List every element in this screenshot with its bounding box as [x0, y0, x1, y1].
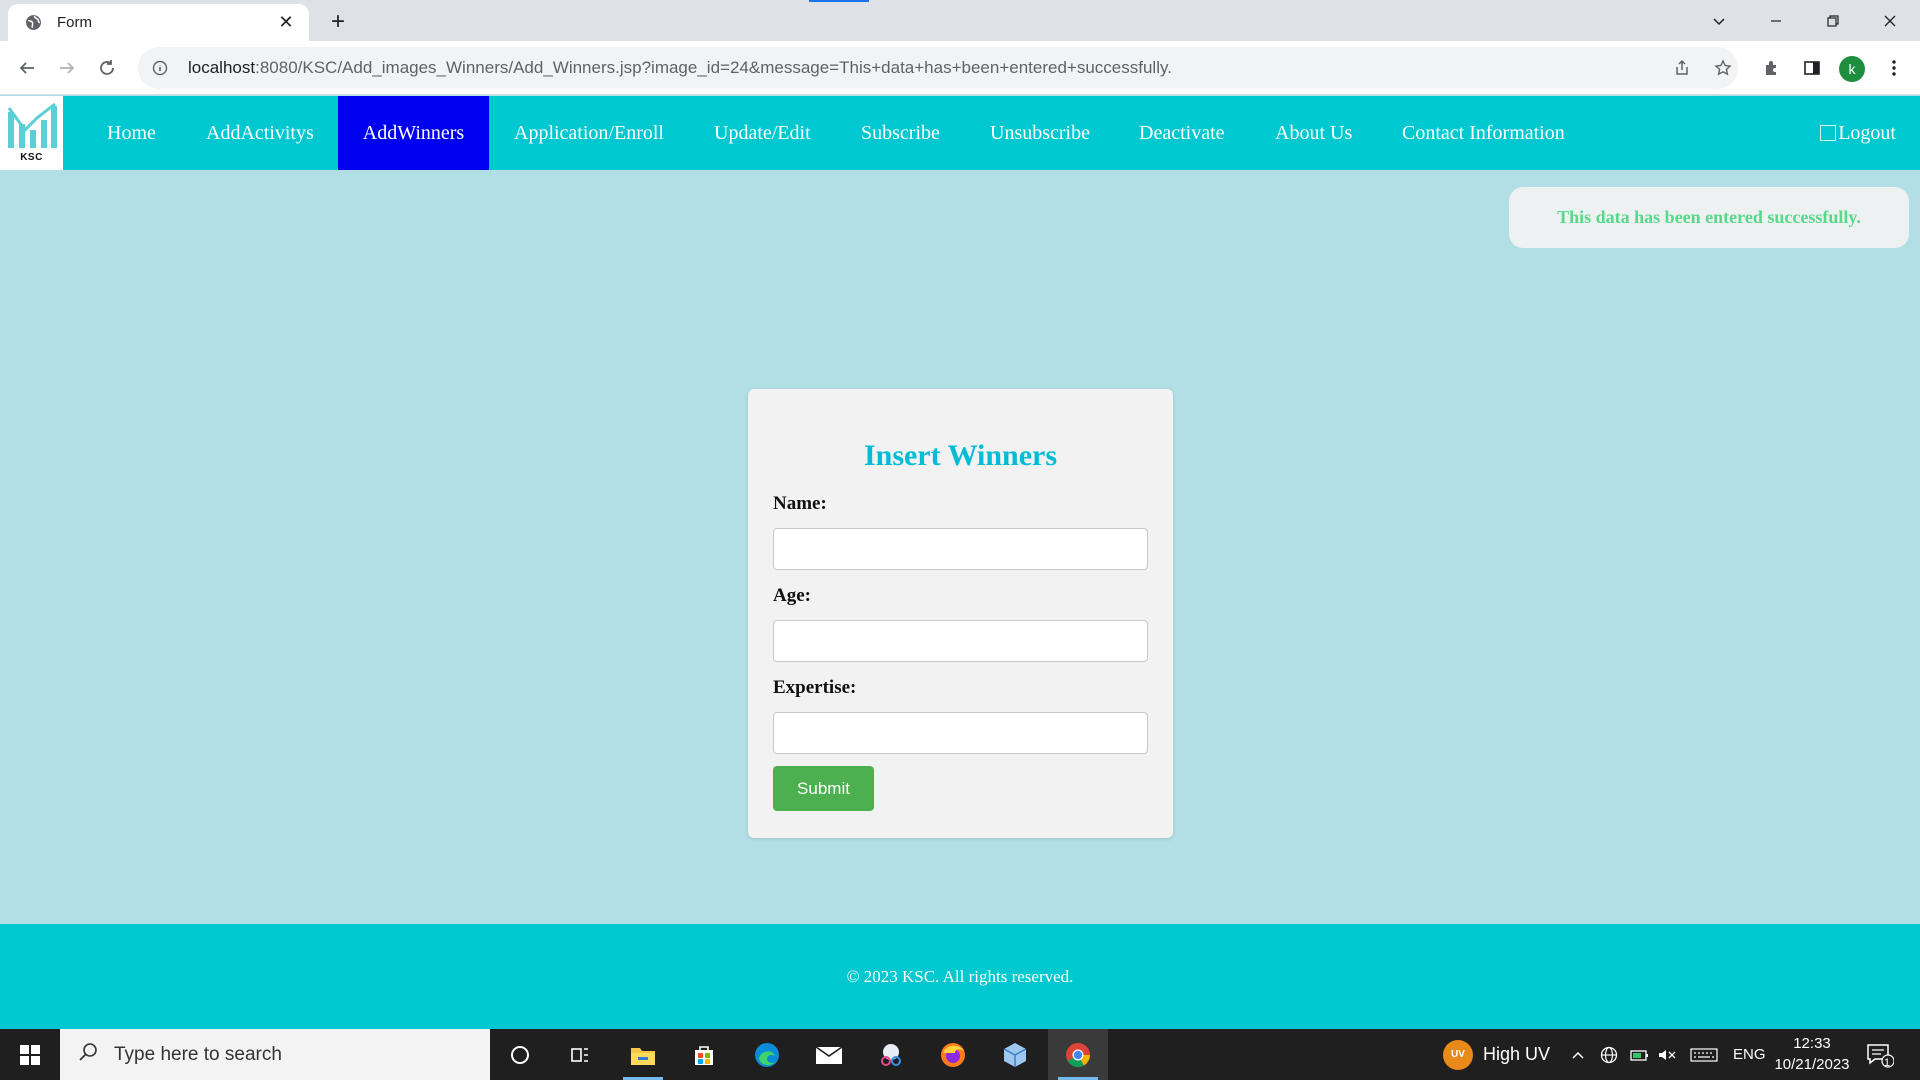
mail-icon[interactable]: [799, 1029, 859, 1080]
volume-muted-icon[interactable]: [1657, 1029, 1677, 1080]
side-panel-icon[interactable]: [1798, 54, 1826, 82]
logout-label: Logout: [1838, 121, 1896, 144]
notification-count: 1: [1884, 1057, 1891, 1069]
weather-text: High UV: [1483, 1044, 1551, 1064]
logo-text: KSC: [20, 152, 43, 163]
search-placeholder: Type here to search: [114, 1043, 282, 1065]
share-icon[interactable]: [1668, 54, 1696, 82]
address-bar[interactable]: localhost:8080/KSC/Add_images_Winners/Ad…: [138, 47, 1738, 89]
nav-add-winners[interactable]: AddWinners: [338, 96, 489, 170]
tab-title: Form: [57, 14, 92, 31]
keyboard-icon[interactable]: [1690, 1029, 1718, 1080]
broken-image-icon: [1820, 125, 1837, 141]
address-url: localhost:8080/KSC/Add_images_Winners/Ad…: [188, 58, 1172, 77]
submit-button[interactable]: Submit: [773, 766, 874, 811]
age-input[interactable]: [773, 620, 1148, 662]
form-title: Insert Winners: [863, 439, 1058, 472]
microsoft-store-icon[interactable]: [674, 1029, 734, 1080]
network-globe-icon[interactable]: [1600, 1029, 1618, 1080]
notification-center-icon[interactable]: 1: [1866, 1029, 1894, 1080]
weather-widget[interactable]: UV High UV: [1443, 1029, 1550, 1080]
name-input[interactable]: [773, 528, 1148, 570]
browser-tab[interactable]: Form ✕: [8, 4, 309, 41]
restore-icon[interactable]: [1805, 0, 1861, 41]
uv-badge-icon: UV: [1443, 1039, 1473, 1070]
age-label: Age:: [773, 585, 811, 606]
browser-tab-strip: Form ✕ +: [0, 0, 1920, 41]
browser-toolbar: localhost:8080/KSC/Add_images_Winners/Ad…: [0, 41, 1920, 95]
edge-browser-icon[interactable]: [737, 1029, 797, 1080]
insert-winners-form: Insert Winners Name: Age: Expertise: Sub…: [748, 389, 1173, 838]
nav-application-enroll[interactable]: Application/Enroll: [514, 96, 664, 170]
tab-loading-indicator: [809, 0, 869, 2]
site-info-icon[interactable]: [150, 58, 170, 78]
file-explorer-icon[interactable]: [613, 1029, 673, 1080]
expertise-input[interactable]: [773, 712, 1148, 754]
site-navbar: KSC Home AddActivitys AddWinners Applica…: [0, 96, 1920, 170]
profile-avatar[interactable]: k: [1839, 56, 1865, 82]
close-tab-icon[interactable]: ✕: [275, 12, 297, 34]
windows-start-icon[interactable]: [0, 1029, 60, 1080]
search-icon: [78, 1042, 98, 1067]
chrome-icon[interactable]: [1048, 1029, 1108, 1080]
nav-subscribe[interactable]: Subscribe: [861, 96, 940, 170]
nav-deactivate[interactable]: Deactivate: [1139, 96, 1225, 170]
task-view-icon[interactable]: [550, 1029, 610, 1080]
browser-menu-icon[interactable]: [1880, 54, 1908, 82]
globe-icon: [24, 13, 43, 32]
nav-unsubscribe[interactable]: Unsubscribe: [990, 96, 1090, 170]
reload-icon[interactable]: [93, 54, 121, 82]
3d-box-app-icon[interactable]: [985, 1029, 1045, 1080]
battery-icon[interactable]: [1630, 1029, 1650, 1080]
cortana-icon[interactable]: [490, 1029, 550, 1080]
taskbar-search-box[interactable]: Type here to search: [60, 1029, 490, 1080]
extensions-puzzle-icon[interactable]: [1758, 54, 1786, 82]
minimize-icon[interactable]: [1748, 0, 1804, 41]
tab-search-icon[interactable]: [1691, 0, 1747, 41]
nav-contact-information[interactable]: Contact Information: [1402, 96, 1565, 170]
tray-expand-chevron-icon[interactable]: [1570, 1029, 1586, 1080]
clock-time: 12:33: [1793, 1035, 1831, 1052]
firefox-icon[interactable]: [923, 1029, 983, 1080]
ksc-logo-icon: [7, 102, 57, 148]
nav-add-activitys[interactable]: AddActivitys: [206, 96, 314, 170]
forward-arrow-icon[interactable]: [53, 54, 81, 82]
expertise-label: Expertise:: [773, 677, 857, 698]
language-indicator[interactable]: ENG: [1733, 1029, 1766, 1080]
clock-date: 10/21/2023: [1774, 1056, 1850, 1073]
bookmark-star-icon[interactable]: [1709, 54, 1737, 82]
footer-copyright: © 2023 KSC. All rights reserved.: [846, 966, 1074, 986]
nav-update-edit[interactable]: Update/Edit: [714, 96, 811, 170]
new-tab-button[interactable]: +: [324, 8, 352, 36]
nav-home[interactable]: Home: [107, 96, 156, 170]
site-footer: © 2023 KSC. All rights reserved.: [0, 924, 1920, 1029]
ksc-logo[interactable]: KSC: [0, 96, 63, 170]
system-clock[interactable]: 12:33 10/21/2023: [1770, 1033, 1854, 1075]
nav-about-us[interactable]: About Us: [1275, 96, 1352, 170]
logout-link[interactable]: Logout: [1820, 96, 1896, 170]
back-arrow-icon[interactable]: [13, 54, 41, 82]
name-label: Name:: [773, 493, 827, 514]
close-window-icon[interactable]: [1862, 0, 1918, 41]
windows-taskbar: Type here to search UV High UV ENG 12:33…: [0, 1029, 1920, 1080]
success-toast: This data has been entered successfully.: [1509, 187, 1909, 248]
snipping-tool-icon[interactable]: [861, 1029, 921, 1080]
